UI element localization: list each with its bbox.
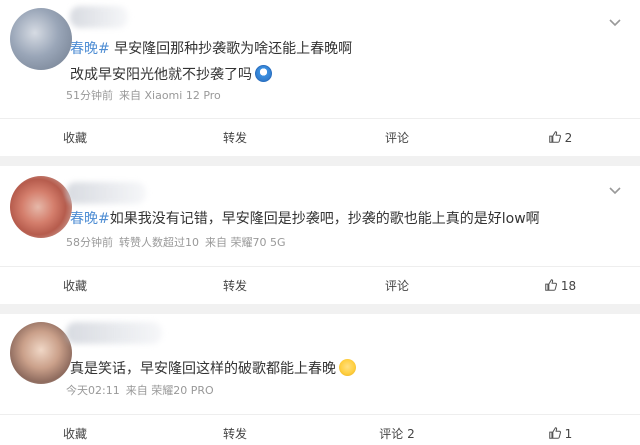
forward-button[interactable]: 转发 [205,267,265,305]
post-card-2: 春晚#如果我没有记错，早安隆回是抄袭吧，抄袭的歌也能上真的是好low啊 58分钟… [0,166,640,304]
like-button[interactable]: 2 [530,119,590,157]
thumbs-up-icon [548,427,561,439]
post-meta: 今天02:11 来自 荣耀20 PRO [66,382,220,398]
post-text: 春晚# 早安隆回那种抄袭歌为啥还能上春晚啊 [70,38,352,58]
doge-emoji-icon [255,65,272,82]
post-source: 来自 Xiaomi 12 Pro [119,89,221,102]
post-forward-info: 转赞人数超过10 [119,236,199,249]
post-text-content: 早安隆回那种抄袭歌为啥还能上春晚啊 [109,41,353,57]
crying-laughing-emoji-icon [339,359,356,376]
like-count: 1 [564,427,573,441]
favorite-button[interactable]: 收藏 [45,415,105,445]
thumbs-up-icon [545,279,557,291]
post-meta: 51分钟前 来自 Xiaomi 12 Pro [66,87,227,103]
thumbs-up-icon [548,131,561,143]
topic-link[interactable]: 春晚# [70,41,110,57]
like-button[interactable]: 18 [530,267,590,305]
action-bar: 收藏 转发 评论 2 [0,118,640,156]
post-card-1: 春晚# 早安隆回那种抄袭歌为啥还能上春晚啊 改成早安阳光他就不抄袭了吗 51分钟… [0,0,640,156]
post-text: 真是笑话，早安隆回这样的破歌都能上春晚 [70,358,356,378]
post-time: 今天02:11 [66,384,120,397]
blurred-username [70,6,128,28]
forward-button[interactable]: 转发 [205,119,265,157]
action-bar: 收藏 转发 评论 2 1 [0,414,640,445]
comment-button[interactable]: 评论 [362,119,432,157]
action-bar: 收藏 转发 评论 18 [0,266,640,304]
chevron-down-icon[interactable] [604,12,626,34]
like-count: 18 [560,279,577,293]
blurred-username [66,322,162,344]
like-count: 2 [564,131,573,145]
post-body: 春晚# 早安隆回那种抄袭歌为啥还能上春晚啊 改成早安阳光他就不抄袭了吗 51分钟… [0,0,640,118]
post-text-content: 改成早安阳光他就不抄袭了吗 [70,67,252,83]
avatar[interactable] [10,322,72,384]
chevron-down-icon[interactable] [604,180,626,202]
post-text: 春晚#如果我没有记错，早安隆回是抄袭吧，抄袭的歌也能上真的是好low啊 [70,208,540,228]
forward-button[interactable]: 转发 [205,415,265,445]
post-text: 改成早安阳光他就不抄袭了吗 [70,64,272,84]
topic-link[interactable]: 春晚# [70,211,110,227]
comment-button[interactable]: 评论 2 [362,415,432,445]
divider [0,156,640,166]
avatar[interactable] [10,176,72,238]
post-card-3: 真是笑话，早安隆回这样的破歌都能上春晚 今天02:11 来自 荣耀20 PRO 收… [0,314,640,445]
like-button[interactable]: 1 [530,415,590,445]
divider [0,304,640,314]
favorite-button[interactable]: 收藏 [45,267,105,305]
comment-button[interactable]: 评论 [362,267,432,305]
post-time: 58分钟前 [66,236,113,249]
post-meta: 58分钟前 转赞人数超过10 来自 荣耀70 5G [66,234,292,250]
post-text-content: 如果我没有记错，早安隆回是抄袭吧，抄袭的歌也能上真的是好low啊 [109,211,540,227]
post-text-content: 真是笑话，早安隆回这样的破歌都能上春晚 [70,361,336,377]
post-source: 来自 荣耀70 5G [205,236,286,249]
post-time: 51分钟前 [66,89,113,102]
avatar[interactable] [10,8,72,70]
favorite-button[interactable]: 收藏 [45,119,105,157]
blurred-username [66,182,146,204]
post-source: 来自 荣耀20 PRO [125,384,214,397]
